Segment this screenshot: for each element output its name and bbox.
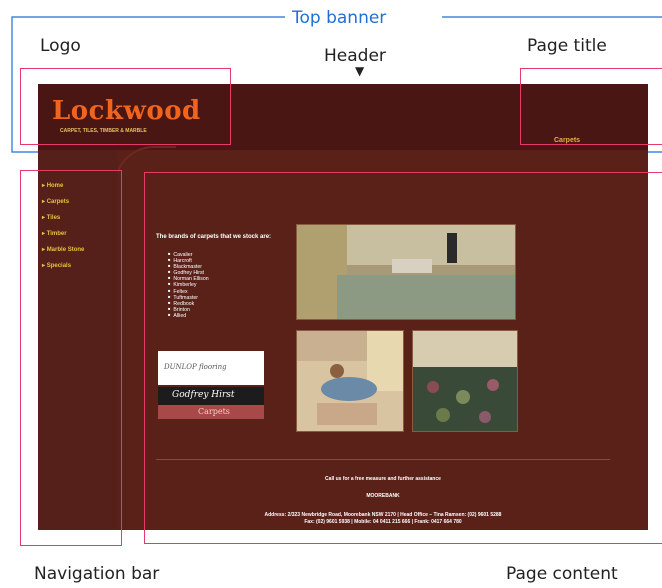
logo-box bbox=[20, 68, 231, 145]
page-title-box bbox=[520, 68, 662, 145]
navigation-bar-box bbox=[20, 170, 122, 546]
navigation-bar-label: Navigation bar bbox=[34, 564, 160, 584]
page-content-box bbox=[144, 172, 662, 544]
page-content-label: Page content bbox=[506, 564, 618, 584]
